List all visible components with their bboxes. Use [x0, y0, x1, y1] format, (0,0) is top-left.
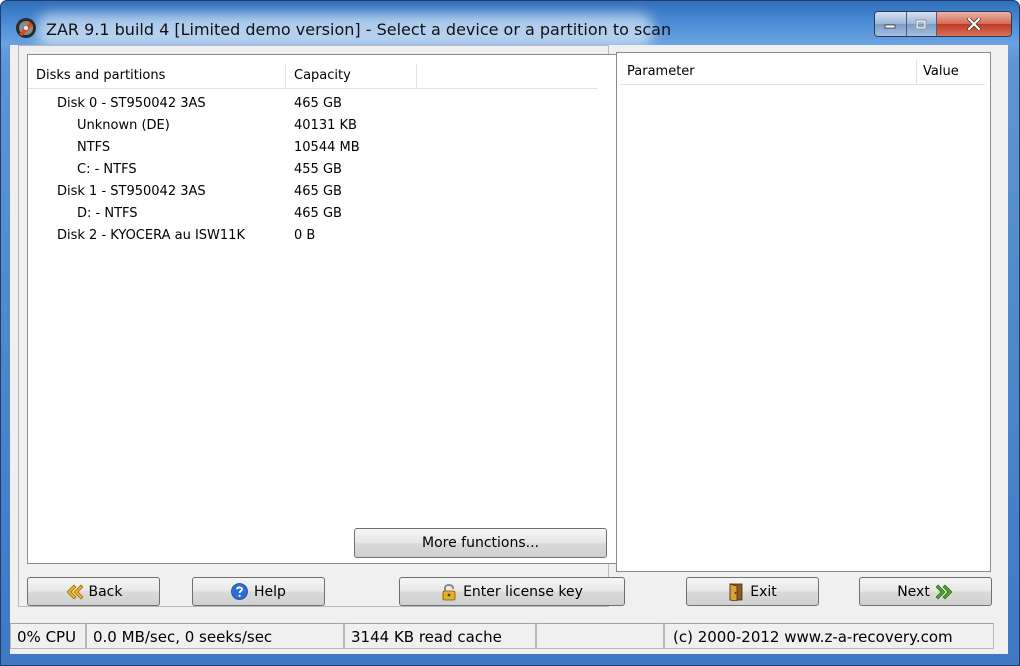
client-area: Disks and partitions Capacity Disk 0 - S…: [10, 45, 1008, 654]
double-chevron-right-icon: [935, 584, 953, 599]
column-filler: [417, 64, 597, 88]
maximize-button[interactable]: [906, 12, 938, 36]
item-capacity: 40131 KB: [294, 118, 357, 133]
question-circle-icon: [231, 583, 248, 600]
column-capacity[interactable]: Capacity: [286, 64, 417, 88]
double-chevron-left-icon: [66, 584, 83, 599]
list-item[interactable]: Disk 0 - ST950042 3AS 465 GB: [28, 93, 598, 115]
item-name: Disk 1 - ST950042 3AS: [57, 184, 206, 199]
item-capacity: 465 GB: [294, 206, 342, 221]
app-window: ZAR 9.1 build 4 [Limited demo version] -…: [0, 0, 1020, 666]
maximize-icon: [915, 18, 927, 30]
list-item[interactable]: Disk 1 - ST950042 3AS 465 GB: [28, 181, 598, 203]
padlock-icon: [442, 583, 456, 600]
item-name: NTFS: [77, 140, 111, 155]
item-name: D: - NTFS: [77, 206, 138, 221]
item-name: Disk 0 - ST950042 3AS: [57, 96, 206, 111]
status-cpu: 0% CPU: [10, 623, 86, 649]
minimize-button[interactable]: [875, 12, 907, 36]
item-name: Disk 2 - KYOCERA au ISW11K: [57, 228, 245, 243]
help-button[interactable]: Help: [192, 577, 325, 606]
list-item[interactable]: C: - NTFS 455 GB: [28, 159, 598, 181]
list-item[interactable]: NTFS 10544 MB: [28, 137, 598, 159]
item-capacity: 455 GB: [294, 162, 342, 177]
title-bar[interactable]: ZAR 9.1 build 4 [Limited demo version] -…: [1, 1, 1019, 47]
status-cache: 3144 KB read cache: [344, 623, 536, 649]
parameters-group: Parameter Value: [616, 52, 991, 572]
item-capacity: 0 B: [294, 228, 316, 243]
disks-rows: Disk 0 - ST950042 3AS 465 GB Unknown (DE…: [28, 93, 598, 247]
parameters-list-header: Parameter Value: [621, 59, 985, 85]
list-item[interactable]: Unknown (DE) 40131 KB: [28, 115, 598, 137]
item-capacity: 10544 MB: [294, 140, 360, 155]
license-label: Enter license key: [463, 583, 583, 600]
door-exit-icon: [729, 582, 743, 601]
exit-button[interactable]: Exit: [686, 577, 819, 606]
column-disks-and-partitions[interactable]: Disks and partitions: [28, 64, 286, 88]
status-bar: 0% CPU 0.0 MB/sec, 0 seeks/sec 3144 KB r…: [10, 621, 1008, 651]
back-button[interactable]: Back: [27, 577, 160, 606]
caption-buttons: [874, 11, 1012, 37]
help-label: Help: [254, 583, 286, 600]
exit-label: Exit: [750, 583, 777, 600]
list-item[interactable]: Disk 2 - KYOCERA au ISW11K 0 B: [28, 225, 598, 247]
item-name: C: - NTFS: [77, 162, 137, 177]
status-spacer: [536, 623, 664, 649]
window-title: ZAR 9.1 build 4 [Limited demo version] -…: [46, 20, 672, 39]
zar-app-icon: [16, 18, 36, 38]
next-label: Next: [897, 583, 930, 600]
enter-license-key-button[interactable]: Enter license key: [399, 577, 625, 606]
list-item[interactable]: D: - NTFS 465 GB: [28, 203, 598, 225]
status-copyright: (c) 2000-2012 www.z-a-recovery.com: [664, 623, 994, 649]
item-name: Unknown (DE): [77, 118, 170, 133]
close-button[interactable]: [937, 12, 1011, 36]
close-icon: [967, 18, 981, 30]
disks-list[interactable]: Disks and partitions Capacity Disk 0 - S…: [27, 54, 617, 564]
disks-list-header: Disks and partitions Capacity: [28, 64, 598, 89]
more-functions-label: More functions...: [422, 535, 539, 551]
column-value[interactable]: Value: [917, 59, 985, 84]
column-parameter[interactable]: Parameter: [621, 59, 917, 84]
item-capacity: 465 GB: [294, 184, 342, 199]
status-io: 0.0 MB/sec, 0 seeks/sec: [86, 623, 344, 649]
more-functions-button[interactable]: More functions...: [354, 528, 607, 558]
back-label: Back: [88, 583, 123, 600]
next-button[interactable]: Next: [859, 577, 992, 606]
disks-group: Disks and partitions Capacity Disk 0 - S…: [18, 45, 617, 607]
minimize-icon: [884, 24, 896, 29]
item-capacity: 465 GB: [294, 96, 342, 111]
